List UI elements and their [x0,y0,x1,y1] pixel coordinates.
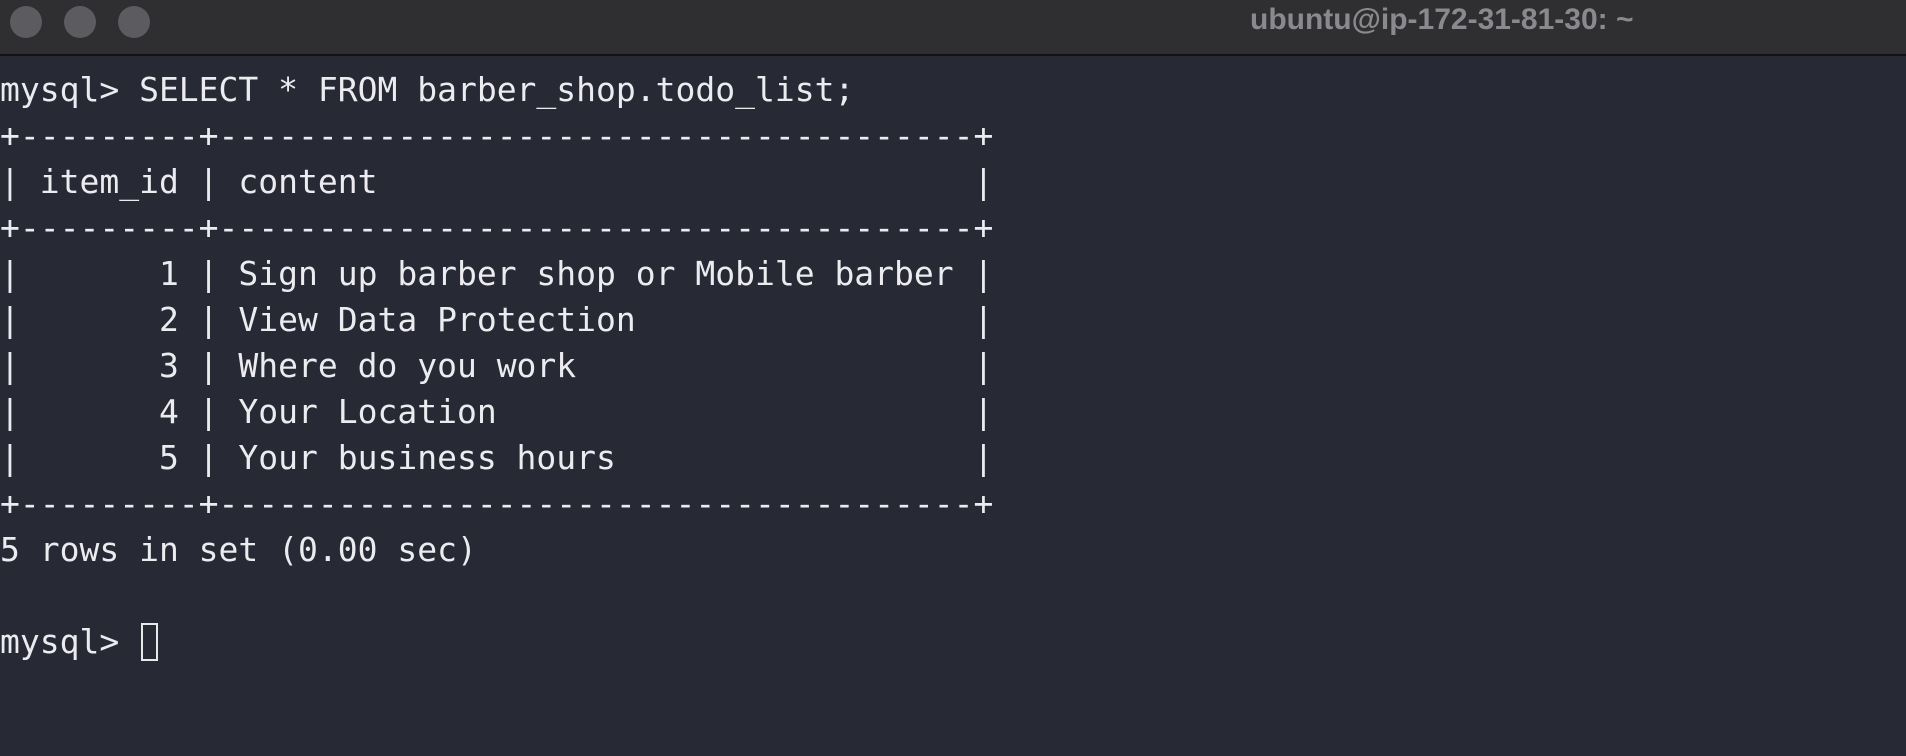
table-border-top: +---------+-----------------------------… [0,116,994,155]
title-bar[interactable]: ubuntu@ip-172-31-81-30: ~ [0,0,1906,56]
table-border-header: +---------+-----------------------------… [0,208,994,247]
window-title: ubuntu@ip-172-31-81-30: ~ [1250,3,1634,36]
command-line: mysql> SELECT * FROM barber_shop.todo_li… [0,70,855,109]
result-summary: 5 rows in set (0.00 sec) [0,530,477,569]
minimize-window-icon[interactable] [64,6,96,38]
terminal-output[interactable]: mysql> SELECT * FROM barber_shop.todo_li… [0,56,1906,756]
prompt-line[interactable]: mysql> [0,619,1906,665]
table-row: | 5 | Your business hours | [0,438,994,477]
zoom-window-icon[interactable] [118,6,150,38]
table-row: | 4 | Your Location | [0,392,994,431]
table-header-row: | item_id | content | [0,162,994,201]
terminal-window: ubuntu@ip-172-31-81-30: ~ mysql> SELECT … [0,0,1906,756]
table-row: | 3 | Where do you work | [0,346,994,385]
table-row: | 1 | Sign up barber shop or Mobile barb… [0,254,994,293]
text-cursor[interactable] [141,623,159,661]
close-window-icon[interactable] [10,6,42,38]
mysql-prompt: mysql> [0,622,140,661]
table-row: | 2 | View Data Protection | [0,300,994,339]
table-border-bottom: +---------+-----------------------------… [0,484,994,523]
